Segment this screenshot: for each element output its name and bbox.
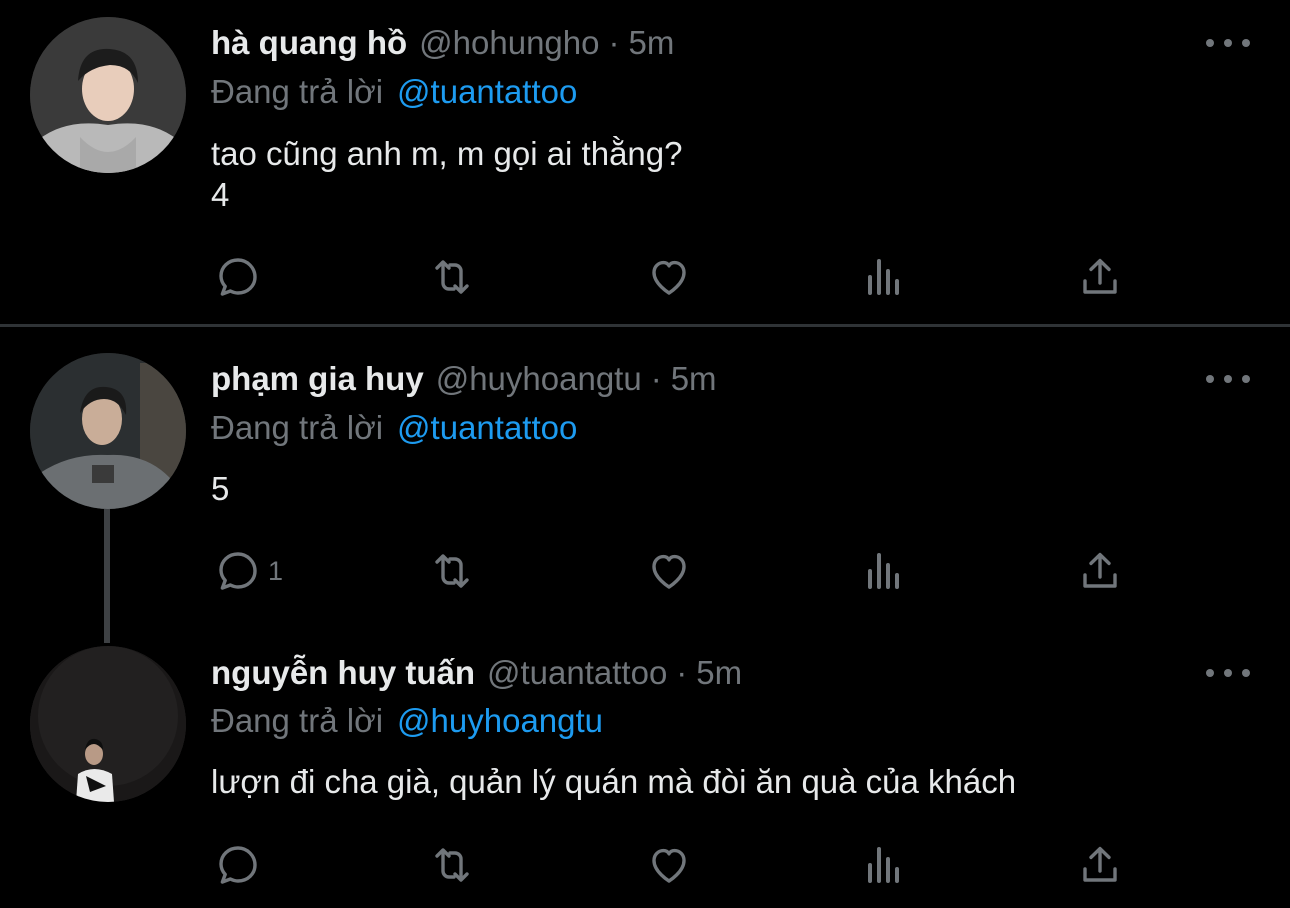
like-icon	[652, 848, 686, 883]
author-handle[interactable]: @tuantattoo	[487, 654, 667, 692]
views-icon	[868, 847, 899, 883]
replying-to-label: Đang trả lời	[211, 73, 384, 110]
replying-to: Đang trả lời @huyhoangtu	[211, 699, 603, 743]
reply-button[interactable]	[214, 252, 268, 302]
retweet-icon	[435, 554, 469, 588]
author-name[interactable]: hà quang hồ	[211, 24, 407, 62]
views-button[interactable]	[862, 252, 910, 302]
like-button[interactable]	[645, 252, 693, 302]
author-name[interactable]: nguyễn huy tuấn	[211, 654, 475, 692]
retweet-button[interactable]	[428, 252, 476, 302]
share-button[interactable]	[1076, 840, 1124, 890]
separator-dot: ·	[676, 654, 688, 691]
reply-icon	[219, 258, 257, 296]
timestamp[interactable]: 5m	[628, 24, 674, 62]
like-icon	[652, 554, 686, 589]
replying-to-label: Đang trả lời	[211, 409, 384, 446]
replying-to-label: Đang trả lời	[211, 702, 384, 739]
separator-dot: ·	[608, 24, 620, 61]
avatar[interactable]	[30, 646, 186, 802]
action-bar: 1	[0, 546, 1290, 596]
retweet-icon	[435, 260, 469, 294]
separator-dot: ·	[650, 360, 662, 397]
author-name[interactable]: phạm gia huy	[211, 360, 424, 398]
retweet-button[interactable]	[428, 840, 476, 890]
like-icon	[652, 260, 686, 295]
more-icon[interactable]	[1206, 28, 1250, 58]
timestamp[interactable]: 5m	[696, 654, 742, 692]
action-bar	[0, 252, 1290, 302]
mention-link[interactable]: @tuantattoo	[397, 409, 577, 447]
avatar[interactable]	[30, 353, 186, 509]
author-handle[interactable]: @hohungho	[419, 24, 599, 62]
reply-icon	[219, 552, 257, 590]
action-bar	[0, 840, 1290, 890]
timestamp[interactable]: 5m	[671, 360, 717, 398]
share-button[interactable]	[1076, 546, 1124, 596]
divider	[0, 324, 1290, 327]
tweet-text: tao cũng anh m, m gọi ai thằng? 4	[211, 135, 683, 213]
views-button[interactable]	[862, 840, 910, 890]
share-icon	[1083, 258, 1117, 294]
reply-button[interactable]	[214, 840, 268, 890]
share-icon	[1083, 846, 1117, 882]
mention-link[interactable]: @tuantattoo	[397, 73, 577, 111]
retweet-button[interactable]	[428, 546, 476, 596]
tweet-text: 5	[211, 470, 230, 507]
more-icon[interactable]	[1206, 658, 1250, 688]
reply-icon	[219, 846, 257, 884]
replying-to: Đang trả lời @tuantattoo	[211, 70, 577, 114]
views-icon	[868, 259, 899, 295]
views-button[interactable]	[862, 546, 910, 596]
retweet-icon	[435, 848, 469, 882]
avatar[interactable]	[30, 17, 186, 173]
reply-count: 1	[268, 555, 284, 586]
mention-link[interactable]: @huyhoangtu	[397, 702, 603, 740]
author-handle[interactable]: @huyhoangtu	[436, 360, 642, 398]
like-button[interactable]	[645, 840, 693, 890]
share-icon	[1083, 552, 1117, 588]
more-icon[interactable]	[1206, 364, 1250, 394]
replying-to: Đang trả lời @tuantattoo	[211, 406, 577, 450]
share-button[interactable]	[1076, 252, 1124, 302]
reply-button[interactable]: 1	[214, 546, 283, 596]
like-button[interactable]	[645, 546, 693, 596]
views-icon	[868, 553, 899, 589]
tweet-text: lượn đi cha già, quản lý quán mà đòi ăn …	[211, 763, 1017, 800]
